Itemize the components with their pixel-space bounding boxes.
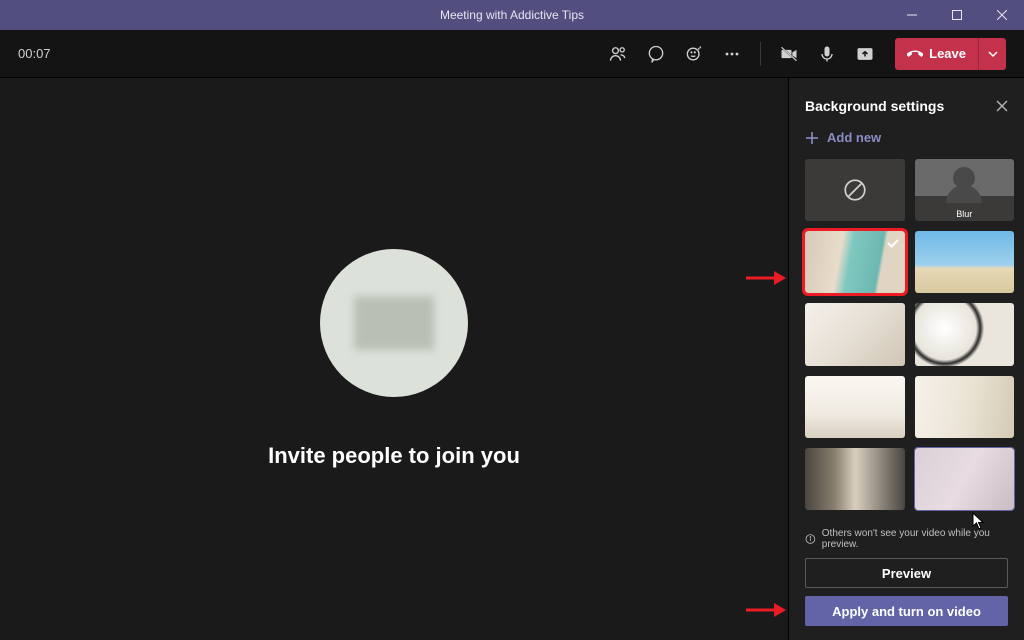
bg-option-office-2[interactable] xyxy=(805,448,905,510)
panel-footer: Others won't see your video while you pr… xyxy=(789,520,1024,640)
microphone-icon[interactable] xyxy=(809,36,845,72)
add-new-label: Add new xyxy=(827,130,881,145)
window-controls xyxy=(889,0,1024,30)
preview-button[interactable]: Preview xyxy=(805,558,1008,588)
bg-option-room-1[interactable] xyxy=(805,303,905,365)
bg-option-blur[interactable]: Blur xyxy=(915,159,1015,221)
blur-label: Blur xyxy=(956,209,972,219)
share-screen-icon[interactable] xyxy=(847,36,883,72)
bg-option-beach[interactable] xyxy=(915,231,1015,293)
leave-chevron[interactable] xyxy=(978,38,1006,70)
bg-option-room-5[interactable] xyxy=(915,448,1015,510)
close-button[interactable] xyxy=(979,0,1024,30)
bg-option-office-1[interactable] xyxy=(805,231,905,293)
avatar-image xyxy=(354,296,434,350)
titlebar: Meeting with Addictive Tips xyxy=(0,0,1024,30)
info-icon xyxy=(805,533,816,545)
meeting-stage: Invite people to join you xyxy=(0,78,788,640)
add-new-button[interactable]: Add new xyxy=(789,122,1024,159)
hangup-icon xyxy=(907,46,923,62)
participants-icon[interactable] xyxy=(600,36,636,72)
none-icon xyxy=(842,177,868,203)
invite-text: Invite people to join you xyxy=(268,443,520,469)
toolbar-actions: Leave xyxy=(600,36,1006,72)
check-icon xyxy=(885,235,901,251)
camera-off-icon[interactable] xyxy=(771,36,807,72)
apply-button[interactable]: Apply and turn on video xyxy=(805,596,1008,626)
background-grid[interactable]: Blur xyxy=(789,159,1024,520)
meeting-toolbar: 00:07 Leave xyxy=(0,30,1024,78)
chat-icon[interactable] xyxy=(638,36,674,72)
leave-label: Leave xyxy=(929,46,966,61)
minimize-button[interactable] xyxy=(889,0,934,30)
leave-main[interactable]: Leave xyxy=(895,46,978,62)
bg-option-room-2[interactable] xyxy=(915,303,1015,365)
panel-close-icon[interactable] xyxy=(996,100,1008,112)
hint-text: Others won't see your video while you pr… xyxy=(822,528,1008,550)
content-area: Invite people to join you Background set… xyxy=(0,78,1024,640)
maximize-button[interactable] xyxy=(934,0,979,30)
bg-option-room-4[interactable] xyxy=(915,376,1015,438)
avatar xyxy=(320,249,468,397)
plus-icon xyxy=(805,131,819,145)
panel-title: Background settings xyxy=(805,98,944,114)
reactions-icon[interactable] xyxy=(676,36,712,72)
background-settings-panel: Background settings Add new Blur xyxy=(788,78,1024,640)
call-timer: 00:07 xyxy=(18,46,51,61)
panel-header: Background settings xyxy=(789,78,1024,122)
more-icon[interactable] xyxy=(714,36,750,72)
leave-button[interactable]: Leave xyxy=(895,38,1006,70)
bg-option-room-3[interactable] xyxy=(805,376,905,438)
preview-hint: Others won't see your video while you pr… xyxy=(805,528,1008,550)
window-title: Meeting with Addictive Tips xyxy=(440,8,584,22)
bg-option-none[interactable] xyxy=(805,159,905,221)
toolbar-separator xyxy=(760,42,761,66)
